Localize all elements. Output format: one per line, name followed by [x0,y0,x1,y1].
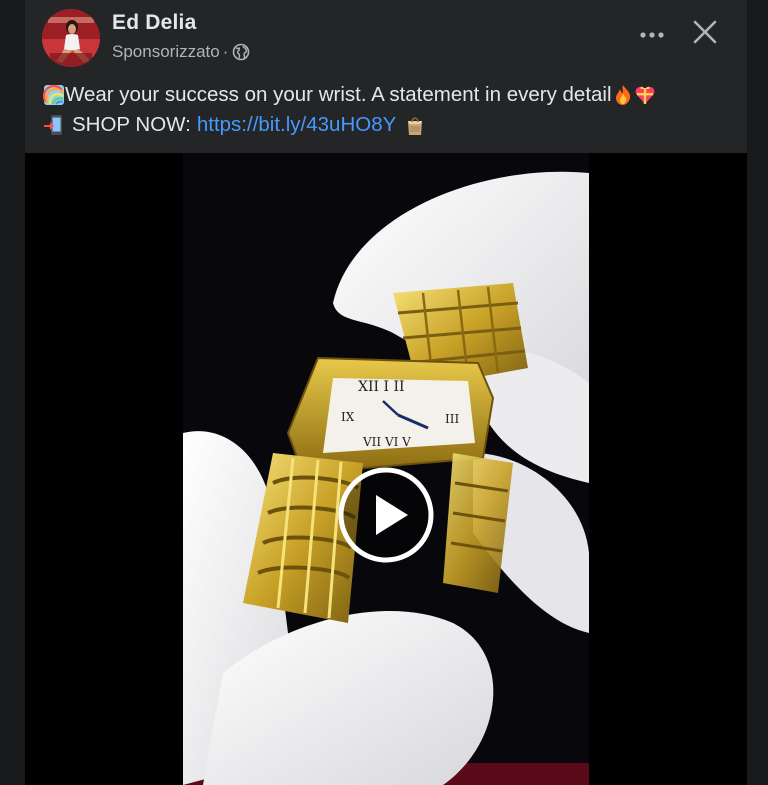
post-caption: Wear your success on your wrist. A state… [42,80,733,140]
shop-link[interactable]: https://bit.ly/43uHO8Y [197,110,396,140]
svg-text:XII I II: XII I II [358,379,405,395]
svg-text:VII VI V: VII VI V [362,435,411,449]
author-name[interactable]: Ed Delia [112,11,196,35]
svg-text:III: III [445,412,459,426]
caption-line-2: SHOP NOW: https://bit.ly/43uHO8Y [43,110,733,140]
more-options-button[interactable] [633,18,671,52]
shopping-bag-icon [404,114,426,136]
close-icon [693,20,717,49]
fire-icon [612,84,634,106]
caption-line-1-text: Wear your success on your wrist. A state… [65,83,612,106]
post-header: Ed Delia Sponsorizzato · [25,0,747,70]
close-button[interactable] [685,14,725,54]
sponsored-label[interactable]: Sponsorizzato [112,42,220,62]
svg-text:IX: IX [341,410,355,424]
right-gutter [747,0,768,785]
gift-heart-icon [634,84,656,106]
video-player[interactable]: XII I II IX III VII VI V [25,153,747,785]
play-button[interactable] [336,465,436,565]
avatar[interactable] [42,9,100,67]
more-options-icon [639,26,665,44]
meta-separator: · [222,42,229,61]
left-gutter [0,0,25,785]
play-icon [338,467,434,563]
sponsored-post: Ed Delia Sponsorizzato · Wear your succe… [25,0,747,785]
caption-line-1: Wear your success on your wrist. A state… [42,80,733,110]
post-meta: Sponsorizzato · [112,42,250,62]
caption-line-2-prefix: SHOP NOW: [72,113,191,136]
rainbow-icon [42,84,65,106]
feed-page: Ed Delia Sponsorizzato · Wear your succe… [0,0,768,785]
phone-arrow-icon [43,114,65,136]
globe-icon [232,43,250,61]
